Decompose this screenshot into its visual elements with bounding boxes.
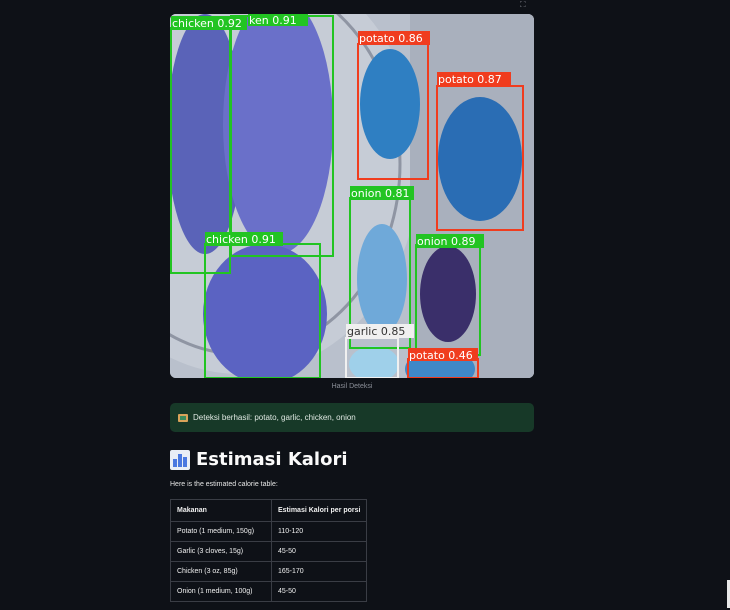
food-cell: Chicken (3 oz, 85g) [170, 561, 272, 582]
card-icon [178, 413, 188, 422]
calorie-cell: 45-50 [270, 581, 368, 602]
intro-text: Here is the estimated calorie table: [170, 481, 278, 488]
onion-item [357, 224, 407, 334]
detection-label-garlic: garlic 0.85 [347, 325, 405, 338]
detection-label-onion: onion 0.81 [351, 187, 409, 200]
bar-chart-icon [170, 449, 190, 470]
detection-label-chicken: chicken 0.91 [206, 233, 276, 246]
success-alert: Deteksi berhasil: potato, garlic, chicke… [170, 403, 534, 432]
detection-result-image: chicken 0.92 ken 0.91 potato 0.86 potato… [170, 14, 534, 378]
detection-label-potato: potato 0.87 [438, 73, 502, 86]
section-heading: Estimasi Kalori [170, 449, 348, 470]
calorie-table: Makanan Estimasi Kalori per porsi Potato… [170, 499, 368, 602]
page-title: Estimasi Kalori [196, 449, 348, 470]
table-row: Potato (1 medium, 150g) 110-120 [170, 521, 368, 542]
chicken-item [203, 244, 327, 378]
detection-label-potato: potato 0.86 [359, 32, 423, 45]
table-row: Onion (1 medium, 100g) 45-50 [170, 581, 368, 602]
table-row: Garlic (3 cloves, 15g) 45-50 [170, 541, 368, 562]
alert-text: Deteksi berhasil: potato, garlic, chicke… [193, 413, 356, 422]
food-cell: Garlic (3 cloves, 15g) [170, 541, 272, 562]
table-header-row: Makanan Estimasi Kalori per porsi [170, 499, 368, 522]
column-header: Makanan [170, 499, 272, 522]
potato-item [438, 97, 522, 221]
image-caption: Hasil Deteksi [331, 383, 373, 390]
food-cell: Potato (1 medium, 150g) [170, 521, 272, 542]
column-header: Estimasi Kalori per porsi [270, 499, 368, 522]
calorie-cell: 45-50 [270, 541, 368, 562]
detection-label-potato: potato 0.46 [409, 349, 473, 362]
calorie-cell: 110-120 [270, 521, 368, 542]
calorie-cell: 165-170 [270, 561, 368, 582]
fullscreen-icon[interactable]: ⛶ [520, 0, 526, 10]
potato-item [360, 49, 420, 159]
food-cell: Onion (1 medium, 100g) [170, 581, 272, 602]
detection-photo: chicken 0.92 ken 0.91 potato 0.86 potato… [170, 14, 534, 378]
detection-label-chicken: ken 0.91 [249, 14, 297, 27]
detection-label-onion: onion 0.89 [417, 235, 475, 248]
table-row: Chicken (3 oz, 85g) 165-170 [170, 561, 368, 582]
onion-item [420, 246, 476, 342]
detection-label-chicken: chicken 0.92 [172, 17, 242, 30]
